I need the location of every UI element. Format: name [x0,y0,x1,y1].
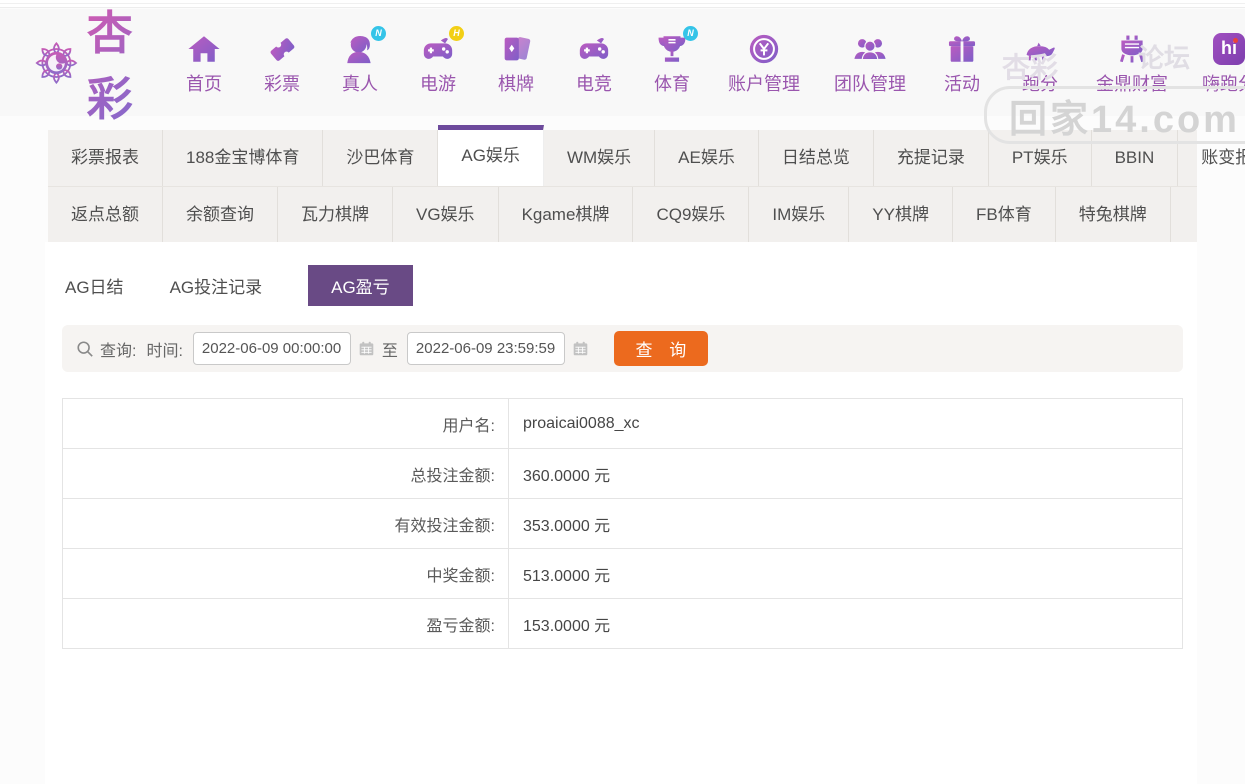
report-tabs: 彩票报表 188金宝博体育 沙巴体育 AG娱乐 WM娱乐 AE娱乐 日结总览 充… [48,125,1245,242]
subtab-ag-yingkui[interactable]: AG盈亏 [308,265,413,306]
new-badge: N [683,25,698,41]
report-tabs-row2: 返点总额 余额查询 瓦力棋牌 VG娱乐 Kgame棋牌 CQ9娱乐 IM娱乐 Y… [48,186,1197,242]
new-badge: N [371,25,386,41]
tab-pt-yule[interactable]: PT娱乐 [989,130,1092,186]
tab-fandian-zonge[interactable]: 返点总额 [48,187,163,242]
hi-app-icon: hi [1210,30,1245,68]
calendar-icon-start[interactable] [358,340,375,357]
logo-flower-icon [35,41,78,84]
nav-item-egame[interactable]: H 电游 [416,25,464,96]
live-person-icon: N [341,25,386,68]
row-label: 盈亏金额: [63,599,509,648]
calendar-icon-end[interactable] [572,340,589,357]
report-tabs-row1: 彩票报表 188金宝博体育 沙巴体育 AG娱乐 WM娱乐 AE娱乐 日结总览 充… [48,125,1245,186]
tab-fb-tiyu[interactable]: FB体育 [953,187,1056,242]
row-label: 有效投注金额: [63,499,509,548]
egame-gamepad-icon: H [419,25,464,68]
tab-cq9-yule[interactable]: CQ9娱乐 [633,187,750,242]
nav-item-live[interactable]: N 真人 [338,25,386,96]
nav-item-cards[interactable]: 棋牌 [494,30,538,96]
profit-report-table: 用户名: proaicai0088_xc 总投注金额: 360.0000 元 有… [62,398,1183,649]
query-button[interactable]: 查 询 [613,331,708,366]
table-row-total-bet: 总投注金额: 360.0000 元 [63,449,1182,499]
tab-kgame-qipai[interactable]: Kgame棋牌 [499,187,634,242]
tab-shaba-tiyu[interactable]: 沙巴体育 [323,130,439,186]
tab-bbin[interactable]: BBIN [1092,130,1179,186]
ag-subtabs: AG日结 AG投注记录 AG盈亏 [45,242,1197,306]
sports-trophy-icon: N [653,25,698,68]
tab-wali-qipai[interactable]: 瓦力棋牌 [278,187,393,242]
nav-item-sports[interactable]: N 体育 [650,25,698,96]
start-time-input[interactable] [192,332,351,365]
nav-item-esports[interactable]: 电竞 [572,30,616,96]
query-label: 查询: [100,342,137,360]
table-row-username: 用户名: proaicai0088_xc [63,399,1182,449]
table-row-profit-loss: 盈亏金额: 153.0000 元 [63,599,1182,649]
row-value: 153.0000 元 [523,617,611,635]
content-panel: AG日结 AG投注记录 AG盈亏 查询: 时间: 至 查 询 用户名: [45,242,1197,784]
nav-item-lottery[interactable]: 彩票 [260,30,304,96]
gift-icon [943,30,981,68]
table-row-win-amount: 中奖金额: 513.0000 元 [63,549,1182,599]
account-coin-icon [745,30,783,68]
tab-188-jinbaobo[interactable]: 188金宝博体育 [163,130,324,186]
row-label: 总投注金额: [63,449,509,498]
row-value: 353.0000 元 [523,517,611,535]
tab-yy-qipai[interactable]: YY棋牌 [849,187,953,242]
tab-caipiao-baobiao[interactable]: 彩票报表 [48,130,163,186]
nav-item-home[interactable]: 首页 [182,30,226,96]
logo-text: 杏彩 [87,0,154,129]
home-icon [185,30,223,68]
row-value: proaicai0088_xc [523,414,640,432]
table-row-valid-bet: 有效投注金额: 353.0000 元 [63,499,1182,549]
tripod-icon [1113,30,1151,68]
row-label: 用户名: [63,399,509,448]
to-label: 至 [381,342,398,360]
top-nav: 首页 彩票 N 真人 H 电游 棋牌 电竞 N 体育 账户管理 团队管理 活动 … [182,25,1245,96]
tab-wm-yule[interactable]: WM娱乐 [544,130,656,186]
time-label: 时间: [146,342,183,360]
cards-icon [497,30,535,68]
row-value: 513.0000 元 [523,567,611,585]
row-label: 中奖金额: [63,549,509,598]
end-time-input[interactable] [406,332,565,365]
subtab-ag-touzhu-jilu[interactable]: AG投注记录 [170,265,263,306]
nav-item-activity[interactable]: 活动 [940,30,984,96]
tab-zhangbian-baobiao[interactable]: 账变报表 [1178,130,1245,186]
lottery-ticket-icon [263,30,301,68]
row-value: 360.0000 元 [523,467,611,485]
nav-item-team-mgmt[interactable]: 团队管理 [834,30,906,96]
tab-ae-yule[interactable]: AE娱乐 [655,130,759,186]
nav-item-paofen[interactable]: 跑分 [1018,30,1062,96]
search-bar: 查询: 时间: 至 查 询 [62,325,1183,372]
tab-ag-yule[interactable]: AG娱乐 [438,125,544,186]
tab-im-yule[interactable]: IM娱乐 [749,187,850,242]
hot-badge: H [449,25,464,41]
rhino-icon [1021,30,1059,68]
nav-item-jinding[interactable]: 金鼎财富 [1096,30,1168,96]
page-top-divider [0,0,1245,8]
tab-yue-chaxun[interactable]: 余额查询 [163,187,278,242]
tab-chongti-jilu[interactable]: 充提记录 [874,130,989,186]
subtab-ag-rijie[interactable]: AG日结 [65,265,124,306]
nav-item-hipaofen[interactable]: hi 嗨跑分 [1202,30,1245,96]
top-header: 杏彩 首页 彩票 N 真人 H 电游 棋牌 电竞 N 体育 账户管理 团队管理 … [0,7,1245,125]
team-people-icon [851,30,889,68]
site-logo[interactable]: 杏彩 [34,0,154,129]
tab-rijie-zonglan[interactable]: 日结总览 [759,130,874,186]
nav-item-account-mgmt[interactable]: 账户管理 [728,30,800,96]
tab-tetu-qipai[interactable]: 特兔棋牌 [1056,187,1171,242]
search-icon [77,340,93,357]
tab-vg-yule[interactable]: VG娱乐 [393,187,499,242]
esports-gamepad-icon [575,30,613,68]
